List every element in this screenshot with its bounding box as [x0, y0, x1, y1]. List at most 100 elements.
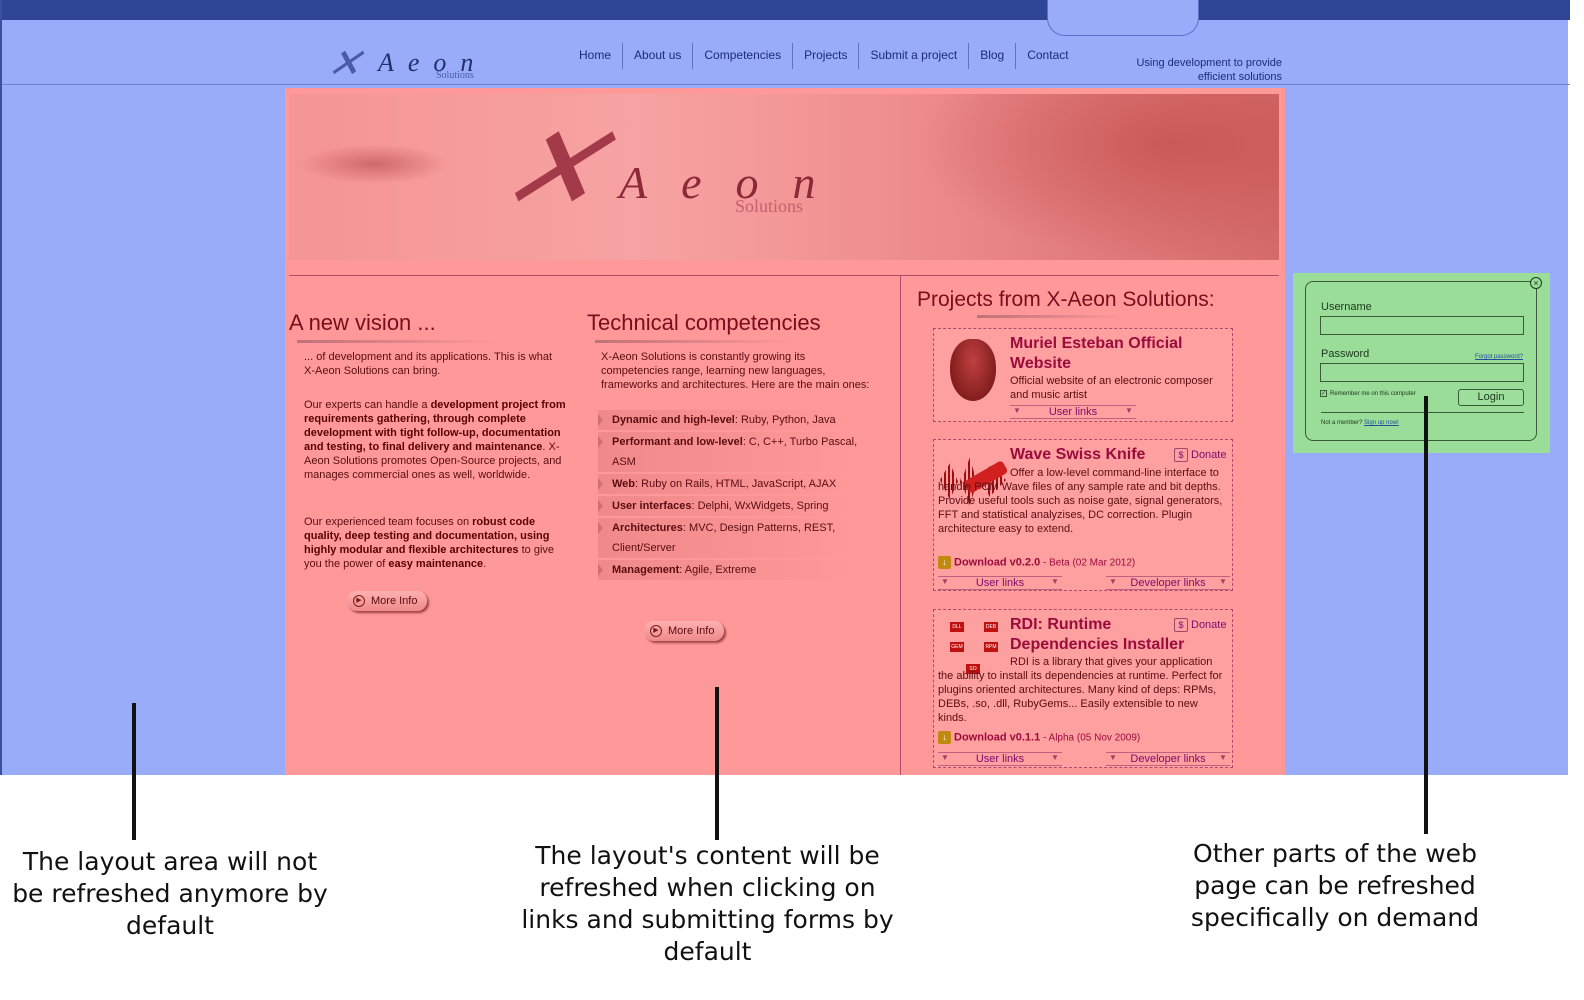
nav-submit-project[interactable]: Submit a project — [859, 43, 970, 69]
developer-links-label: Developer links — [1130, 753, 1206, 765]
user-links-dropdown[interactable]: ▼ User links ▼ — [938, 752, 1062, 766]
competency-item: Performant and low-level: C, C++, Turbo … — [598, 432, 860, 472]
tagline-line-1: Using development to provide — [1136, 57, 1282, 69]
close-icon[interactable]: × — [1530, 277, 1542, 289]
vision-p2: Our experts can handle a development pro… — [304, 399, 566, 481]
remember-me-checkbox[interactable]: ✓ Remember me on this computer — [1320, 390, 1416, 397]
vision-p3: Our experienced team focuses on robust c… — [304, 516, 555, 570]
chevron-down-icon: ▼ — [1219, 753, 1227, 762]
username-label: Username — [1321, 301, 1372, 313]
competencies-title: Technical competencies — [587, 310, 821, 343]
nav-competencies[interactable]: Competencies — [693, 43, 794, 69]
vision-more-info-button[interactable]: ▶ More Info — [347, 591, 428, 611]
pointer-line-center — [715, 687, 719, 840]
content-rule — [289, 275, 1279, 276]
forgot-password-link[interactable]: Forgot password? — [1475, 354, 1523, 360]
graph-node-label: DEB — [984, 622, 998, 632]
download-link[interactable]: ↓ Download v0.2.0 - Beta (02 Mar 2012) — [938, 556, 1135, 569]
mask-icon — [950, 339, 996, 401]
nav-contact[interactable]: Contact — [1016, 43, 1079, 69]
chevron-down-icon: ▼ — [1051, 753, 1059, 762]
caption-right: Other parts of the web page can be refre… — [1190, 839, 1480, 932]
username-input[interactable] — [1320, 316, 1524, 335]
login-button[interactable]: Login — [1458, 389, 1524, 406]
logo-x-icon: ✕ — [323, 41, 367, 86]
download-icon: ↓ — [938, 731, 951, 744]
chevron-down-icon: ▼ — [1219, 577, 1227, 586]
graph-node-label: RPM — [984, 642, 998, 652]
developer-links-dropdown[interactable]: ▼ Developer links ▼ — [1106, 576, 1230, 590]
vision-p1: ... of development and its applications.… — [304, 351, 553, 377]
graph-node-label: GEM — [950, 642, 964, 652]
user-links-label: User links — [1048, 406, 1098, 418]
banner-cloud-right — [909, 94, 1279, 260]
competency-item: Web: Ruby on Rails, HTML, JavaScript, AJ… — [598, 474, 860, 494]
chevron-down-icon: ▼ — [1109, 577, 1117, 586]
tagline: Using development to provide efficient s… — [1122, 56, 1282, 84]
sign-up-link[interactable]: Sign up now! — [1364, 420, 1399, 426]
caption-left: The layout area will not be refreshed an… — [12, 847, 328, 940]
password-label: Password — [1321, 348, 1370, 360]
competency-item: Management: Agile, Extreme — [598, 560, 860, 580]
user-links-dropdown[interactable]: ▼ User links ▼ — [1010, 405, 1136, 419]
banner-sub: Solutions — [735, 196, 804, 216]
competencies-intro: X-Aeon Solutions is constantly growing i… — [601, 351, 870, 391]
chevron-down-icon: ▼ — [941, 753, 949, 762]
competencies-more-info-label: More Info — [668, 625, 715, 637]
chevron-down-icon: ▼ — [1109, 753, 1117, 762]
developer-links-label: Developer links — [1130, 577, 1206, 589]
dollar-icon: $ — [1174, 618, 1188, 632]
play-icon: ▶ — [353, 595, 365, 607]
user-links-dropdown[interactable]: ▼ User links ▼ — [938, 576, 1062, 590]
project-desc-rdi: RDI is a library that gives your applica… — [938, 656, 1223, 724]
project-desc-wave: Offer a low-level command-line interface… — [938, 467, 1223, 535]
project-card-rdi: DLL DEB GEM RPM SO RDI: Runtime Dependen… — [933, 609, 1233, 768]
login-divider — [1321, 412, 1524, 413]
top-notch — [1047, 0, 1199, 36]
login-panel: × Username Password Forgot password? ✓ Re… — [1293, 273, 1550, 453]
competencies-more-info-button[interactable]: ▶ More Info — [644, 621, 725, 641]
top-band — [2, 0, 1570, 20]
column-divider — [900, 276, 901, 775]
nav-projects[interactable]: Projects — [793, 43, 860, 69]
nav-blog[interactable]: Blog — [969, 43, 1017, 69]
banner: ✕ Aeon Solutions — [289, 94, 1279, 260]
donate-link[interactable]: $ Donate — [1174, 448, 1226, 462]
content-area: ✕ Aeon Solutions A new vision ... ... of… — [285, 88, 1285, 775]
project-title-muriel[interactable]: Muriel Esteban Official Website — [1010, 334, 1230, 374]
play-icon: ▶ — [650, 625, 662, 637]
download-link[interactable]: ↓ Download v0.1.1 - Alpha (05 Nov 2009) — [938, 731, 1140, 744]
nav-home[interactable]: Home — [568, 43, 624, 69]
project-title-wave[interactable]: Wave Swiss Knife — [1010, 445, 1160, 465]
dollar-icon: $ — [1174, 448, 1188, 462]
project-card-muriel: Muriel Esteban Official Website Official… — [933, 328, 1233, 422]
download-icon: ↓ — [938, 556, 951, 569]
tagline-line-2: efficient solutions — [1197, 71, 1282, 83]
header-divider — [2, 84, 1570, 85]
pointer-line-right — [1424, 396, 1428, 834]
user-links-label: User links — [975, 753, 1025, 765]
competency-item: Dynamic and high-level: Ruby, Python, Ja… — [598, 410, 860, 430]
banner-x-icon: ✕ — [481, 103, 626, 236]
logo-sub: Solutions — [436, 70, 474, 81]
pointer-line-left — [132, 703, 136, 840]
password-input[interactable] — [1320, 363, 1524, 382]
developer-links-dropdown[interactable]: ▼ Developer links ▼ — [1106, 752, 1230, 766]
member-prompt: Not a member? Sign up now! — [1321, 420, 1399, 426]
projects-title: Projects from X-Aeon Solutions: — [917, 288, 1215, 318]
check-icon: ✓ — [1320, 390, 1327, 397]
header-logo[interactable]: ✕ Aeon Solutions — [323, 40, 488, 86]
banner-cloud-left — [299, 144, 449, 184]
nav-about-us[interactable]: About us — [623, 43, 694, 69]
chevron-down-icon: ▼ — [1013, 406, 1021, 415]
chevron-down-icon: ▼ — [1051, 577, 1059, 586]
graph-node-label: DLL — [950, 622, 964, 632]
project-desc-muriel: Official website of an electronic compos… — [1010, 375, 1213, 401]
competency-item: User interfaces: Delphi, WxWidgets, Spri… — [598, 496, 860, 516]
caption-center: The layout's content will be refreshed w… — [521, 841, 894, 966]
donate-link[interactable]: $ Donate — [1174, 618, 1226, 632]
competencies-list: Dynamic and high-level: Ruby, Python, Ja… — [598, 410, 860, 582]
chevron-down-icon: ▼ — [1125, 406, 1133, 415]
project-card-wave: Wave Swiss Knife $ Donate Offer a low-lev… — [933, 439, 1233, 591]
user-links-label: User links — [975, 577, 1025, 589]
